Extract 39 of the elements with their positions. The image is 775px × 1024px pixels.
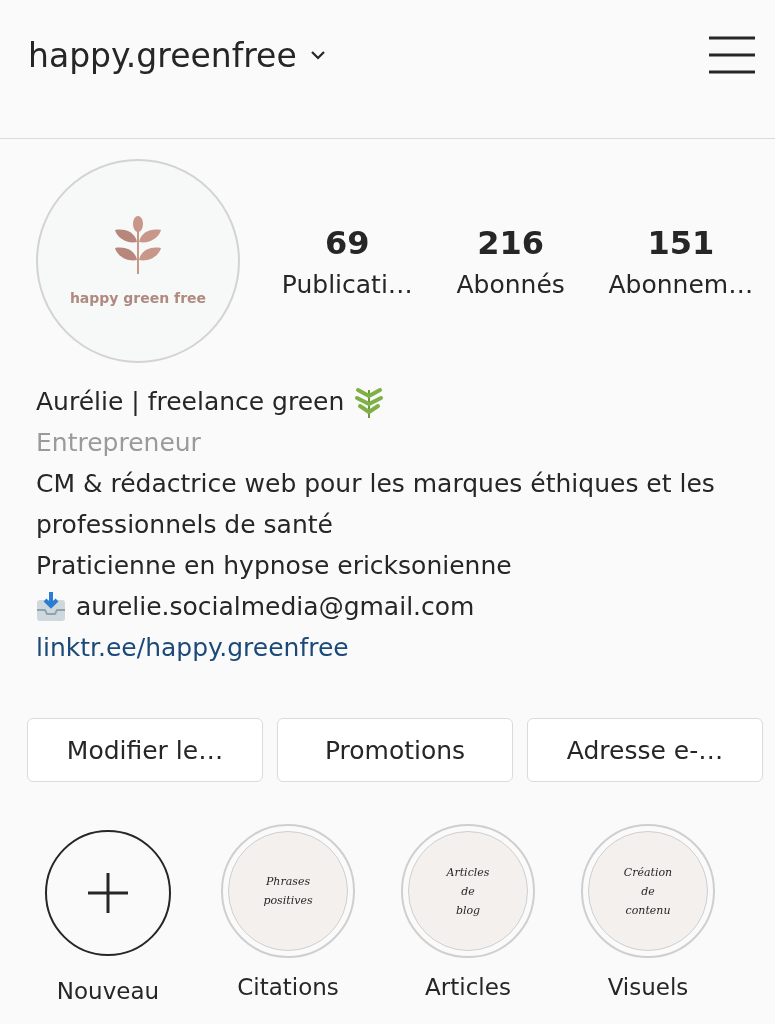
highlight-label: Visuels <box>607 974 689 1000</box>
stat-count: 69 <box>325 223 370 262</box>
stat-count: 216 <box>477 223 545 262</box>
highlight-label: Nouveau <box>56 978 160 1004</box>
profile-button[interactable]: Adresse e-… <box>527 718 763 782</box>
cover-text: de <box>641 883 655 900</box>
stat-label: Abonnés <box>456 269 565 299</box>
cover-text: Phrases <box>265 874 311 890</box>
cover-text: Création <box>623 864 673 881</box>
profile-button[interactable]: Promotions <box>277 718 513 782</box>
cover-text: Articles <box>446 864 490 881</box>
highlight-label: Citations <box>237 974 339 1000</box>
highlight-ring[interactable]: Articles de blog <box>401 824 535 958</box>
cover-text: de <box>461 883 475 900</box>
plant-icon <box>354 385 385 418</box>
profile-button[interactable]: Modifier le… <box>27 718 263 782</box>
inbox-icon <box>36 591 66 622</box>
category-text: Entrepreneur <box>36 427 202 459</box>
highlight-ring[interactable]: Phrases positives <box>221 824 355 958</box>
profile-link[interactable]: linktr.ee/happy.greenfree <box>36 627 739 668</box>
logo-text: happy green free <box>69 290 207 306</box>
bio-text: CM & rédactrice web pour les marques éthiques et les professionnels de santé <box>36 468 716 541</box>
stat-label: Abonnem… <box>608 269 754 299</box>
highlight-label: Articles <box>425 974 511 1000</box>
bio-text: Praticienne en hypnose ericksonienne <box>36 550 513 582</box>
cover-text: blog <box>455 902 481 919</box>
email-text: aurelie.socialmedia@gmail.com <box>76 591 475 623</box>
chevron-icon <box>310 50 325 60</box>
profile-name: Aurélie | freelance green <box>36 386 345 418</box>
stat-count: 151 <box>647 223 715 262</box>
cover-text: contenu <box>625 902 671 919</box>
new-highlight-button[interactable] <box>45 830 171 956</box>
stat-label: Publicati… <box>281 269 413 299</box>
leaf-logo-icon <box>113 216 163 274</box>
cover-text: positives <box>263 893 313 909</box>
highlight-ring[interactable]: Création de contenu <box>581 824 715 958</box>
username-dropdown[interactable]: happy.greenfree <box>28 35 325 75</box>
plus-icon <box>88 873 128 913</box>
menu-icon[interactable] <box>709 36 755 74</box>
